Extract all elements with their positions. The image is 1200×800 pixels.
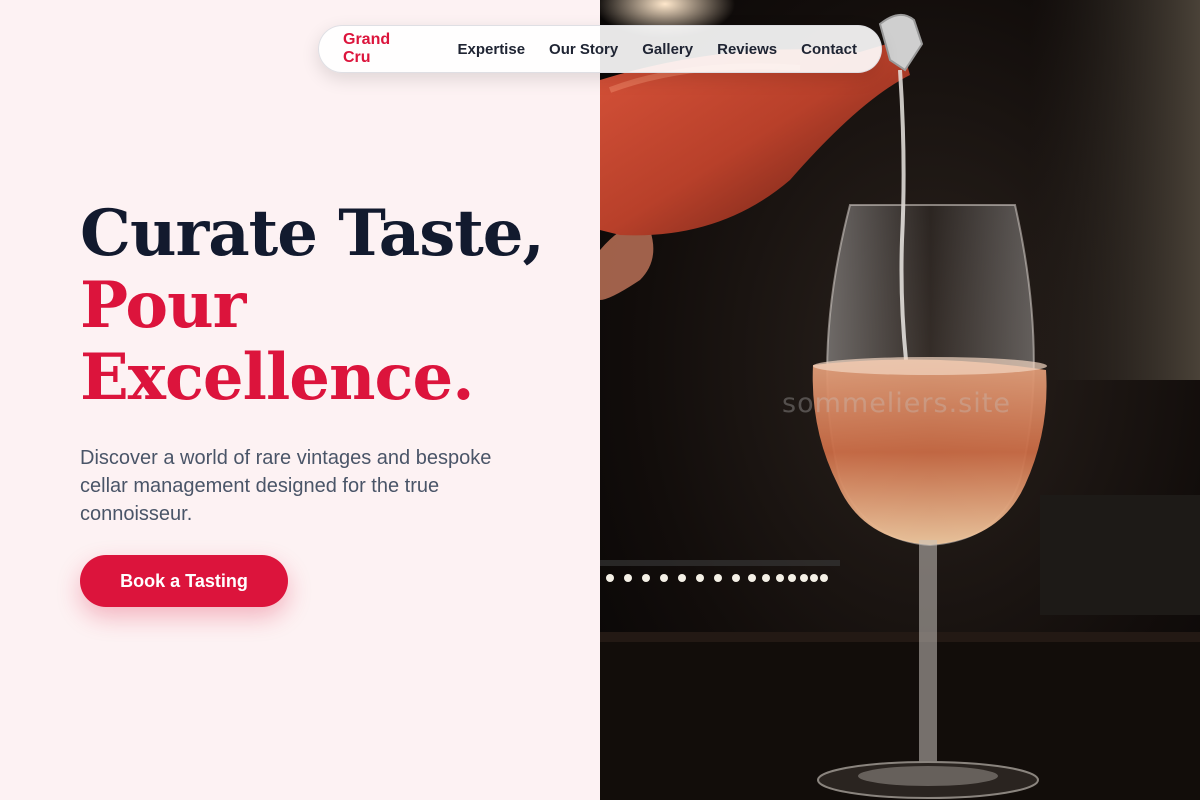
nav-link-reviews[interactable]: Reviews	[717, 41, 777, 58]
hero-title: Curate Taste, Pour Excellence.	[80, 196, 545, 415]
hero-description: Discover a world of rare vintages and be…	[80, 447, 492, 525]
hero-section: Curate Taste, Pour Excellence. Discover …	[0, 0, 600, 800]
nav-links: Expertise Our Story Gallery Reviews Cont…	[458, 41, 858, 58]
hero-title-line-3: Excellence.	[80, 340, 474, 415]
hero-title-line-1: Curate Taste,	[80, 196, 545, 271]
brand-logo[interactable]: Grand Cru	[343, 31, 418, 67]
nav-link-expertise[interactable]: Expertise	[458, 41, 526, 58]
book-tasting-button[interactable]: Book a Tasting	[80, 555, 288, 607]
main-navbar: Grand Cru Expertise Our Story Gallery Re…	[318, 25, 882, 73]
hero-title-line-2: Pour	[80, 268, 246, 343]
photo-watermark: sommeliers.site	[782, 388, 1011, 419]
nav-link-our-story[interactable]: Our Story	[549, 41, 618, 58]
nav-link-contact[interactable]: Contact	[801, 41, 857, 58]
nav-link-gallery[interactable]: Gallery	[642, 41, 693, 58]
